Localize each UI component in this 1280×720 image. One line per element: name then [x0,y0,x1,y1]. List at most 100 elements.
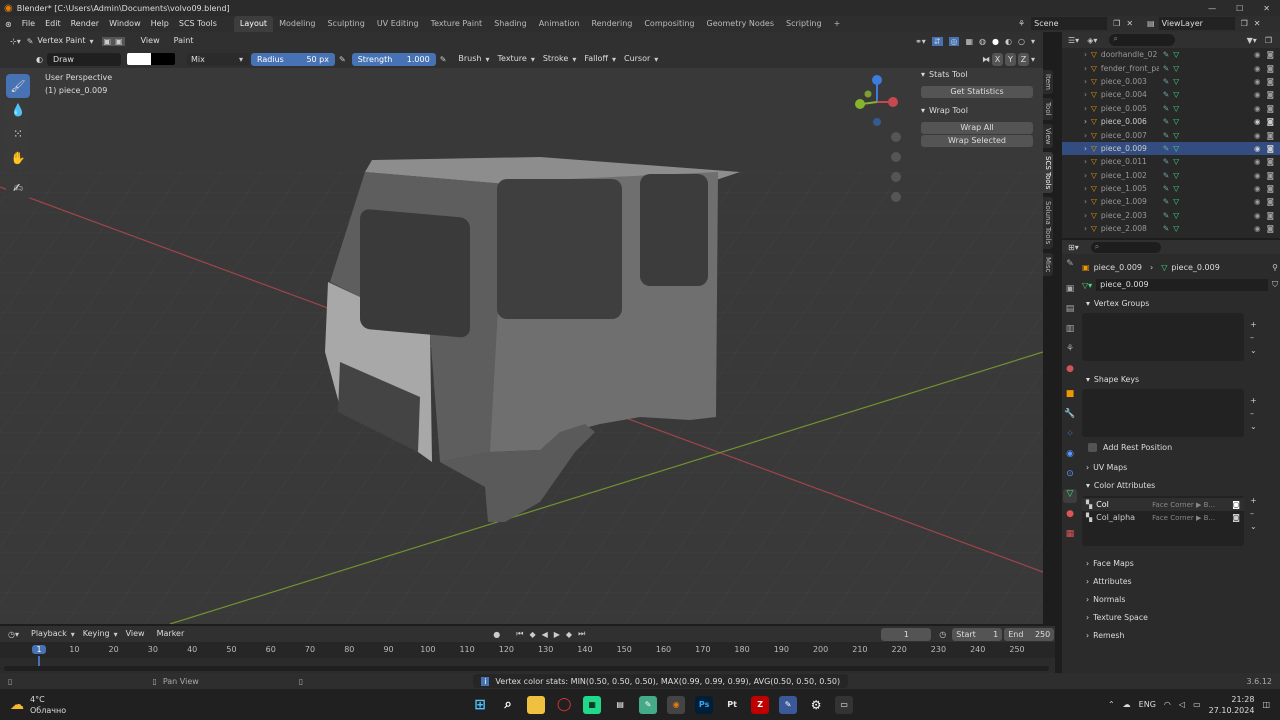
expand-arrow-icon[interactable]: › [1084,211,1087,220]
outliner-item[interactable]: › ▽ doorhandle_02 ✎ ▽ ◉ ◙ [1062,48,1280,61]
play-reverse-icon[interactable]: ◀ [542,630,548,639]
outliner-item[interactable]: › ▽ piece_0.009 ✎ ▽ ◉ ◙ [1062,141,1280,156]
vertex-paint-mode-icon[interactable]: ✎ [1163,104,1169,113]
tab-scripting[interactable]: Scripting [780,16,828,32]
color-attribute-row[interactable]: ▚ Col_alpha Face Corner ▶ B... ◙ [1082,511,1244,524]
eye-icon[interactable]: ◉ [1254,104,1261,113]
shape-keys-list[interactable] [1082,389,1244,437]
camera-icon[interactable]: ◙ [1267,131,1274,140]
get-statistics-button[interactable]: Get Statistics [921,86,1033,98]
current-frame-field[interactable]: 1 [881,627,932,641]
outliner-item[interactable]: ›▽fender_front_paint✎▽◉◙ [1062,61,1280,74]
physics-tab-icon[interactable]: ◉ [1063,449,1077,463]
camera-icon[interactable]: ◙ [1267,184,1274,193]
vertex-groups-list[interactable] [1082,313,1244,361]
radius-field[interactable]: Radius 50 px [251,52,335,66]
vertex-paint-mode-icon[interactable]: ✎ [1163,144,1169,153]
marker-menu[interactable]: Marker [153,627,189,641]
stats-tool-header[interactable]: ▾ Stats Tool [917,68,1037,82]
vertex-group-menu-icon[interactable]: ⌄ [1250,346,1257,355]
blender-menu-icon[interactable]: ⊛ [0,20,17,29]
radius-pressure-icon[interactable]: ✎ [339,55,346,64]
overlay-toggle-icon[interactable]: ◎ [948,36,960,46]
menu-help[interactable]: Help [146,16,174,32]
sidebar-tab-tool[interactable]: Tool [1043,97,1053,120]
frame-ruler[interactable]: 1 10 20 30 40 50 60 70 80 90 100 110 120 130 140 150 160… [0,642,1055,666]
world-tab-icon[interactable]: ● [1063,364,1077,378]
uv-maps-header[interactable]: › UV Maps [1082,460,1278,476]
shape-key-menu-icon[interactable]: ⌄ [1250,422,1257,431]
camera-icon[interactable]: ◙ [1267,117,1274,126]
filezilla-icon[interactable]: Z [751,695,770,714]
paint-mask-icon[interactable]: ▣ [101,36,114,46]
pan-hand-icon[interactable] [891,152,901,162]
eye-icon[interactable]: ◉ [1254,50,1261,59]
data-tab-icon[interactable]: ▽ [1063,489,1077,503]
brush-menu[interactable]: Brush [454,52,485,66]
notepad-icon[interactable]: ✎ [639,695,658,714]
battery-icon[interactable]: ▭ [1193,700,1201,709]
camera-icon[interactable]: ◙ [1267,104,1274,113]
vertex-paint-mode-icon[interactable]: ✎ [1163,131,1169,140]
symmetry-z-toggle[interactable]: Z [1017,52,1029,66]
record-icon[interactable]: ● [493,630,500,639]
outliner-item[interactable]: › ▽ piece_2.003 ✎ ▽ ◉ ◙ [1062,209,1280,222]
next-keyframe-icon[interactable]: ◆ [566,630,572,639]
playback-menu[interactable]: Playback [27,627,71,641]
vertex-paint-mode-icon[interactable]: ✎ [1163,171,1169,180]
expand-arrow-icon[interactable]: › [1084,131,1087,140]
remesh-header[interactable]: › Remesh [1082,628,1278,644]
options-icon[interactable]: ▾ [1031,55,1035,64]
annotate-tool-icon[interactable]: ✍ [6,176,30,200]
outliner-search-input[interactable]: ⌕ [1109,34,1176,46]
sidebar-tab-misc[interactable]: Misc [1043,252,1053,277]
eye-icon[interactable]: ◉ [1254,224,1261,233]
sidebar-tab-item[interactable]: Item [1043,70,1053,94]
vertex-group-add-icon[interactable]: + [1250,320,1257,329]
steam-icon[interactable]: ⚙ [807,696,825,714]
vertex-paint-mode-icon[interactable]: ✎ [1163,157,1169,166]
sidebar-tab-scs-tools[interactable]: SCS Tools [1043,152,1053,194]
view-layer-tab-icon[interactable]: ▥ [1063,324,1077,338]
symmetry-x-toggle[interactable]: X [991,52,1003,66]
perspective-grid-icon[interactable] [891,192,901,202]
outliner-item[interactable]: › ▽ piece_1.002 ✎ ▽ ◉ ◙ [1062,169,1280,182]
tool-tab-icon[interactable]: ✎ [1063,259,1077,273]
expand-arrow-icon[interactable]: › [1084,157,1087,166]
texture-menu[interactable]: Texture [494,52,531,66]
camera-icon[interactable] [891,172,901,182]
blur-tool-icon[interactable]: 💧 [6,98,30,122]
expand-arrow-icon[interactable]: › [1084,77,1087,86]
vertex-paint-mode-icon[interactable]: ✎ [1163,184,1169,193]
output-tab-icon[interactable]: ▤ [1063,304,1077,318]
shading-rendered-icon[interactable]: ○ [1018,37,1025,46]
expand-arrow-icon[interactable]: › [1084,184,1087,193]
normals-header[interactable]: › Normals [1082,592,1278,608]
tab-shading[interactable]: Shading [488,16,533,32]
shading-wireframe-icon[interactable]: ◍ [979,37,986,46]
viewport-scene[interactable]: User Perspective (1) piece_0.009 [0,32,1043,624]
weather-widget[interactable]: 4°C Облачно [30,694,66,716]
gizmo-toggle-icon[interactable]: ⇵ [931,36,943,46]
texture-space-header[interactable]: › Texture Space [1082,610,1278,626]
scene-tab-icon[interactable]: ⚘ [1063,344,1077,358]
tab-compositing[interactable]: Compositing [638,16,700,32]
vertex-paint-mode-icon[interactable]: ✎ [1163,50,1169,59]
outliner-item[interactable]: › ▽ piece_0.003 ✎ ▽ ◉ ◙ [1062,75,1280,88]
fake-user-icon[interactable]: ⛉ [1272,280,1278,290]
play-icon[interactable]: ▶ [554,630,560,639]
clock[interactable]: 21:28 27.10.2024 [1209,694,1255,716]
opera-icon[interactable]: ◯ [555,696,573,714]
wrap-tool-header[interactable]: ▾ Wrap Tool [917,104,1037,118]
mesh-data-icon[interactable]: ▽▾ [1082,281,1092,290]
zoom-icon[interactable] [891,132,901,142]
shape-keys-header[interactable]: ▾ Shape Keys [1082,372,1278,388]
eye-icon[interactable]: ◉ [1254,64,1261,73]
camera-icon[interactable]: ◙ [1267,211,1274,220]
camera-icon[interactable]: ◙ [1267,171,1274,180]
tab-animation[interactable]: Animation [533,16,586,32]
shading-options-icon[interactable]: ▾ [1031,37,1035,46]
pdf-app-icon[interactable]: ✎ [779,695,798,714]
3d-viewport[interactable]: User Perspective (1) piece_0.009 ⊹▾ ✎ Ve… [0,32,1043,624]
delete-scene-icon[interactable]: ✕ [1126,19,1133,28]
